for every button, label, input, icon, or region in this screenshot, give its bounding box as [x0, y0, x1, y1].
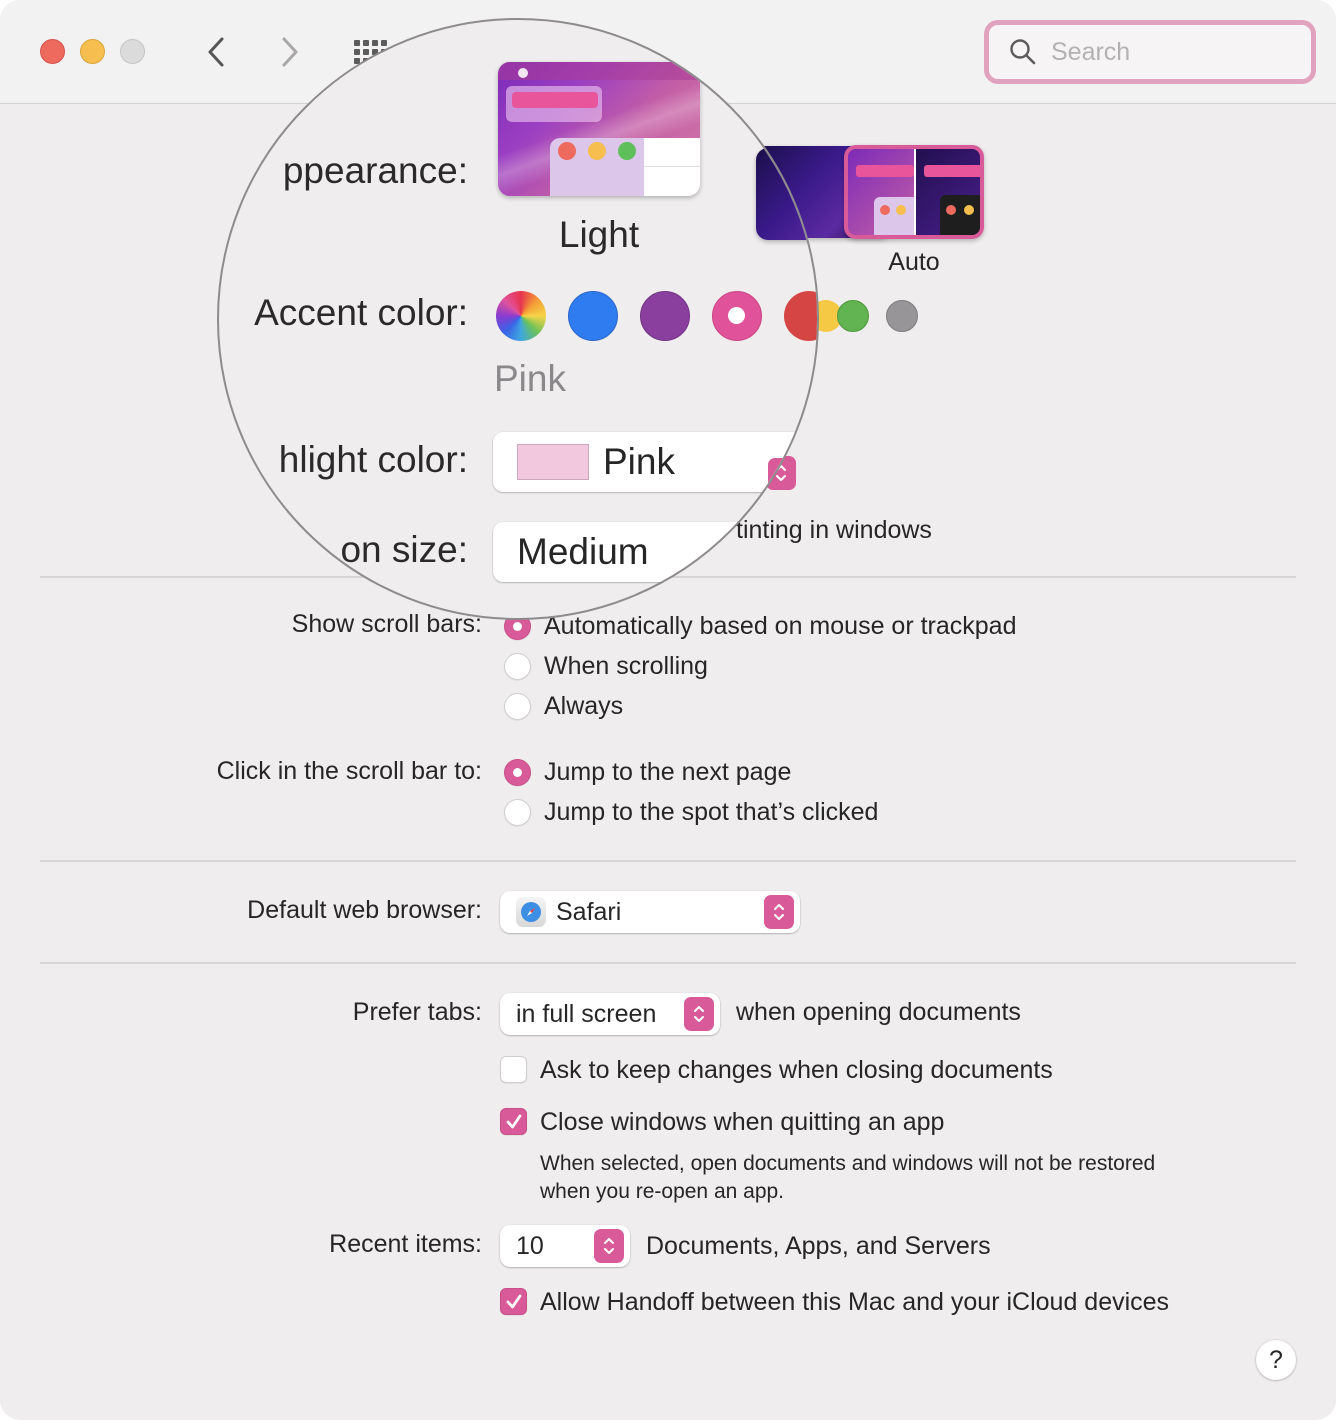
- divider: [40, 962, 1296, 964]
- minimize-window-button[interactable]: [80, 39, 105, 64]
- sidebar-icon-size-label: on size:: [340, 529, 468, 570]
- radio-jump-next-page-label[interactable]: Jump to the next page: [544, 758, 791, 787]
- checkbox-close-windows-label[interactable]: Close windows when quitting an app: [540, 1108, 944, 1137]
- close-window-button[interactable]: [40, 39, 65, 64]
- search-icon: [1010, 39, 1036, 65]
- updown-chevron-icon: [778, 467, 788, 483]
- default-browser-stepper[interactable]: [764, 895, 794, 929]
- checkbox-close-windows[interactable]: [500, 1108, 527, 1135]
- system-preferences-window: Auto tinting in windows ppearance: Light: [0, 0, 1336, 1420]
- accent-swatch-red[interactable]: [784, 291, 817, 341]
- highlight-color-stepper-magnified[interactable]: [768, 458, 798, 492]
- click-scroll-bar-label: Click in the scroll bar to:: [216, 757, 482, 785]
- highlight-color-value: Pink: [603, 441, 675, 482]
- prefer-tabs-suffix: when opening documents: [736, 998, 1021, 1026]
- accent-swatch-green[interactable]: [837, 300, 869, 332]
- accent-swatch-pink[interactable]: [712, 291, 762, 341]
- updown-chevron-icon: [694, 1006, 704, 1022]
- recent-items-value: 10: [516, 1231, 544, 1260]
- divider: [40, 860, 1296, 862]
- sidebar-icon-size-popup[interactable]: Medium: [493, 522, 803, 582]
- radio-scroll-when-scrolling[interactable]: [504, 653, 531, 680]
- appearance-light-thumbnail[interactable]: [498, 62, 700, 196]
- default-browser-label: Default web browser:: [247, 896, 482, 924]
- close-windows-note-line2: when you re-open an app.: [540, 1180, 785, 1203]
- accent-swatch-multicolor[interactable]: [496, 291, 546, 341]
- radio-scroll-always-label[interactable]: Always: [544, 692, 623, 721]
- recent-items-stepper[interactable]: [594, 1229, 624, 1263]
- recent-items-label: Recent items:: [329, 1230, 482, 1258]
- prefer-tabs-stepper[interactable]: [684, 997, 714, 1031]
- highlight-color-label: hlight color:: [278, 439, 468, 480]
- safari-icon: [516, 897, 546, 927]
- radio-jump-spot-clicked-label[interactable]: Jump to the spot that’s clicked: [544, 798, 878, 827]
- checkbox-ask-keep-changes-label[interactable]: Ask to keep changes when closing documen…: [540, 1056, 1053, 1085]
- default-browser-popup[interactable]: Safari: [500, 891, 800, 933]
- highlight-swatch: [517, 444, 589, 480]
- appearance-label: ppearance:: [282, 150, 468, 191]
- default-browser-value: Safari: [556, 897, 622, 926]
- prefer-tabs-value: in full screen: [516, 999, 657, 1028]
- help-button[interactable]: ?: [1256, 1340, 1296, 1380]
- sidebar-icon-size-value: Medium: [517, 531, 649, 572]
- appearance-dark-thumbnail-magnified[interactable]: [756, 148, 817, 240]
- updown-chevron-icon: [774, 904, 784, 920]
- search-input[interactable]: [1051, 37, 1291, 67]
- checkbox-allow-handoff-label[interactable]: Allow Handoff between this Mac and your …: [540, 1288, 1169, 1317]
- checkmark-icon: [506, 1114, 522, 1129]
- recent-items-suffix: Documents, Apps, and Servers: [646, 1232, 991, 1260]
- checkmark-icon: [506, 1294, 522, 1309]
- radio-jump-next-page[interactable]: [504, 759, 531, 786]
- appearance-auto-label: Auto: [888, 248, 940, 276]
- accent-swatch-purple[interactable]: [640, 291, 690, 341]
- close-windows-note-line1: When selected, open documents and window…: [540, 1152, 1156, 1175]
- zoom-window-button[interactable]: [120, 39, 145, 64]
- radio-jump-spot-clicked[interactable]: [504, 799, 531, 826]
- accent-color-label: Accent color:: [254, 292, 468, 333]
- checkbox-allow-handoff[interactable]: [500, 1288, 527, 1315]
- accent-selected-name: Pink: [494, 358, 566, 399]
- checkbox-ask-keep-changes[interactable]: [500, 1056, 527, 1083]
- magnifier-lens: ppearance: Light Accent color: Pink hlig…: [217, 18, 819, 620]
- appearance-auto-thumbnail[interactable]: [844, 145, 984, 239]
- prefer-tabs-label: Prefer tabs:: [352, 998, 482, 1026]
- appearance-light-label: Light: [558, 214, 640, 255]
- accent-swatch-blue[interactable]: [568, 291, 618, 341]
- highlight-color-popup[interactable]: Pink: [493, 432, 803, 492]
- search-field[interactable]: [984, 20, 1316, 84]
- accent-swatch-graphite[interactable]: [886, 300, 918, 332]
- radio-scroll-when-scrolling-label[interactable]: When scrolling: [544, 652, 708, 681]
- radio-scroll-always[interactable]: [504, 693, 531, 720]
- updown-chevron-icon: [604, 1238, 614, 1254]
